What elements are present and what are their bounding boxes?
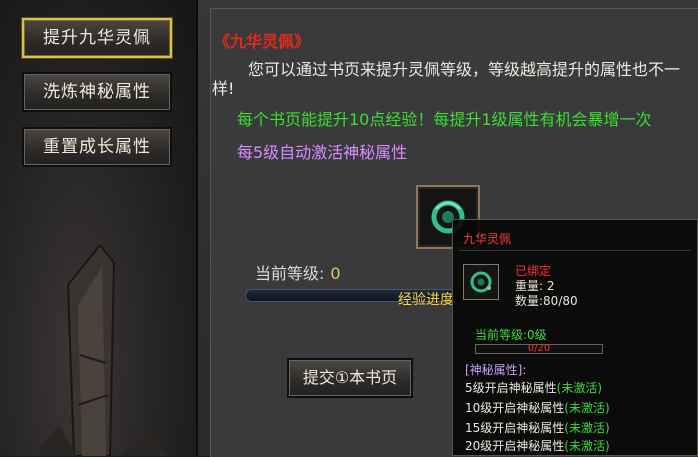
- mystic-info-text: 每5级自动激活神秘属性: [237, 143, 408, 162]
- tooltip-progress-bar: 0/20: [475, 343, 603, 354]
- pendant-description: 您可以通过书页来提升灵佩等级，等级越高提升的属性也不一样!: [212, 60, 681, 98]
- jade-pendant-icon: [470, 271, 492, 293]
- tooltip-quantity: 数量:80/80: [515, 294, 578, 308]
- current-level-value: 0: [330, 264, 341, 283]
- tooltip-progress-text: 0/20: [527, 343, 551, 354]
- exp-info-text: 每个书页能提升10点经验！每提升1级属性有机会暴增一次: [237, 110, 652, 129]
- attribute-text: 5级开启神秘属性: [465, 381, 557, 395]
- item-tooltip: 九华灵佩 已绑定 重量: 2 数量:80/80 当前等级:0级 0/20 [神秘…: [452, 219, 698, 456]
- sidebar: 提升九华灵佩 洗炼神秘属性 重置成长属性: [0, 0, 198, 456]
- attribute-text: 15级开启神秘属性: [465, 421, 565, 435]
- tooltip-attribute-row: 5级开启神秘属性(未激活): [465, 379, 602, 396]
- tooltip-item-icon: [463, 264, 499, 300]
- tooltip-attribute-row: 15级开启神秘属性(未激活): [465, 419, 610, 436]
- tooltip-current-level: 当前等级:0级: [475, 328, 547, 342]
- exp-progress-label: 经验进度: [398, 292, 454, 308]
- broken-pillar-decoration: [40, 245, 170, 456]
- current-level-label: 当前等级:: [255, 264, 325, 283]
- attribute-status: (未激活): [564, 439, 610, 453]
- upgrade-pendant-button[interactable]: 提升九华灵佩: [22, 18, 172, 58]
- tooltip-mystic-section-title: [神秘属性]:: [465, 363, 527, 377]
- refine-mystic-attributes-button[interactable]: 洗炼神秘属性: [22, 72, 172, 112]
- tooltip-attribute-row: 20级开启神秘属性(未激活): [465, 437, 610, 454]
- tooltip-attribute-row: 10级开启神秘属性(未激活): [465, 399, 610, 416]
- tooltip-item-name: 九华灵佩: [463, 232, 512, 246]
- current-level: 当前等级: 0: [255, 260, 341, 284]
- attribute-status: (未激活): [564, 401, 610, 415]
- attribute-status: (未激活): [564, 421, 610, 435]
- reset-growth-attributes-button[interactable]: 重置成长属性: [22, 127, 172, 167]
- pendant-title: 《九华灵佩》: [214, 32, 311, 51]
- attribute-status: (未激活): [556, 381, 603, 395]
- attribute-text: 20级开启神秘属性: [465, 439, 565, 453]
- attribute-text: 10级开启神秘属性: [465, 401, 565, 415]
- submit-book-page-button[interactable]: 提交①本书页: [287, 358, 413, 398]
- tooltip-divider: [459, 250, 691, 251]
